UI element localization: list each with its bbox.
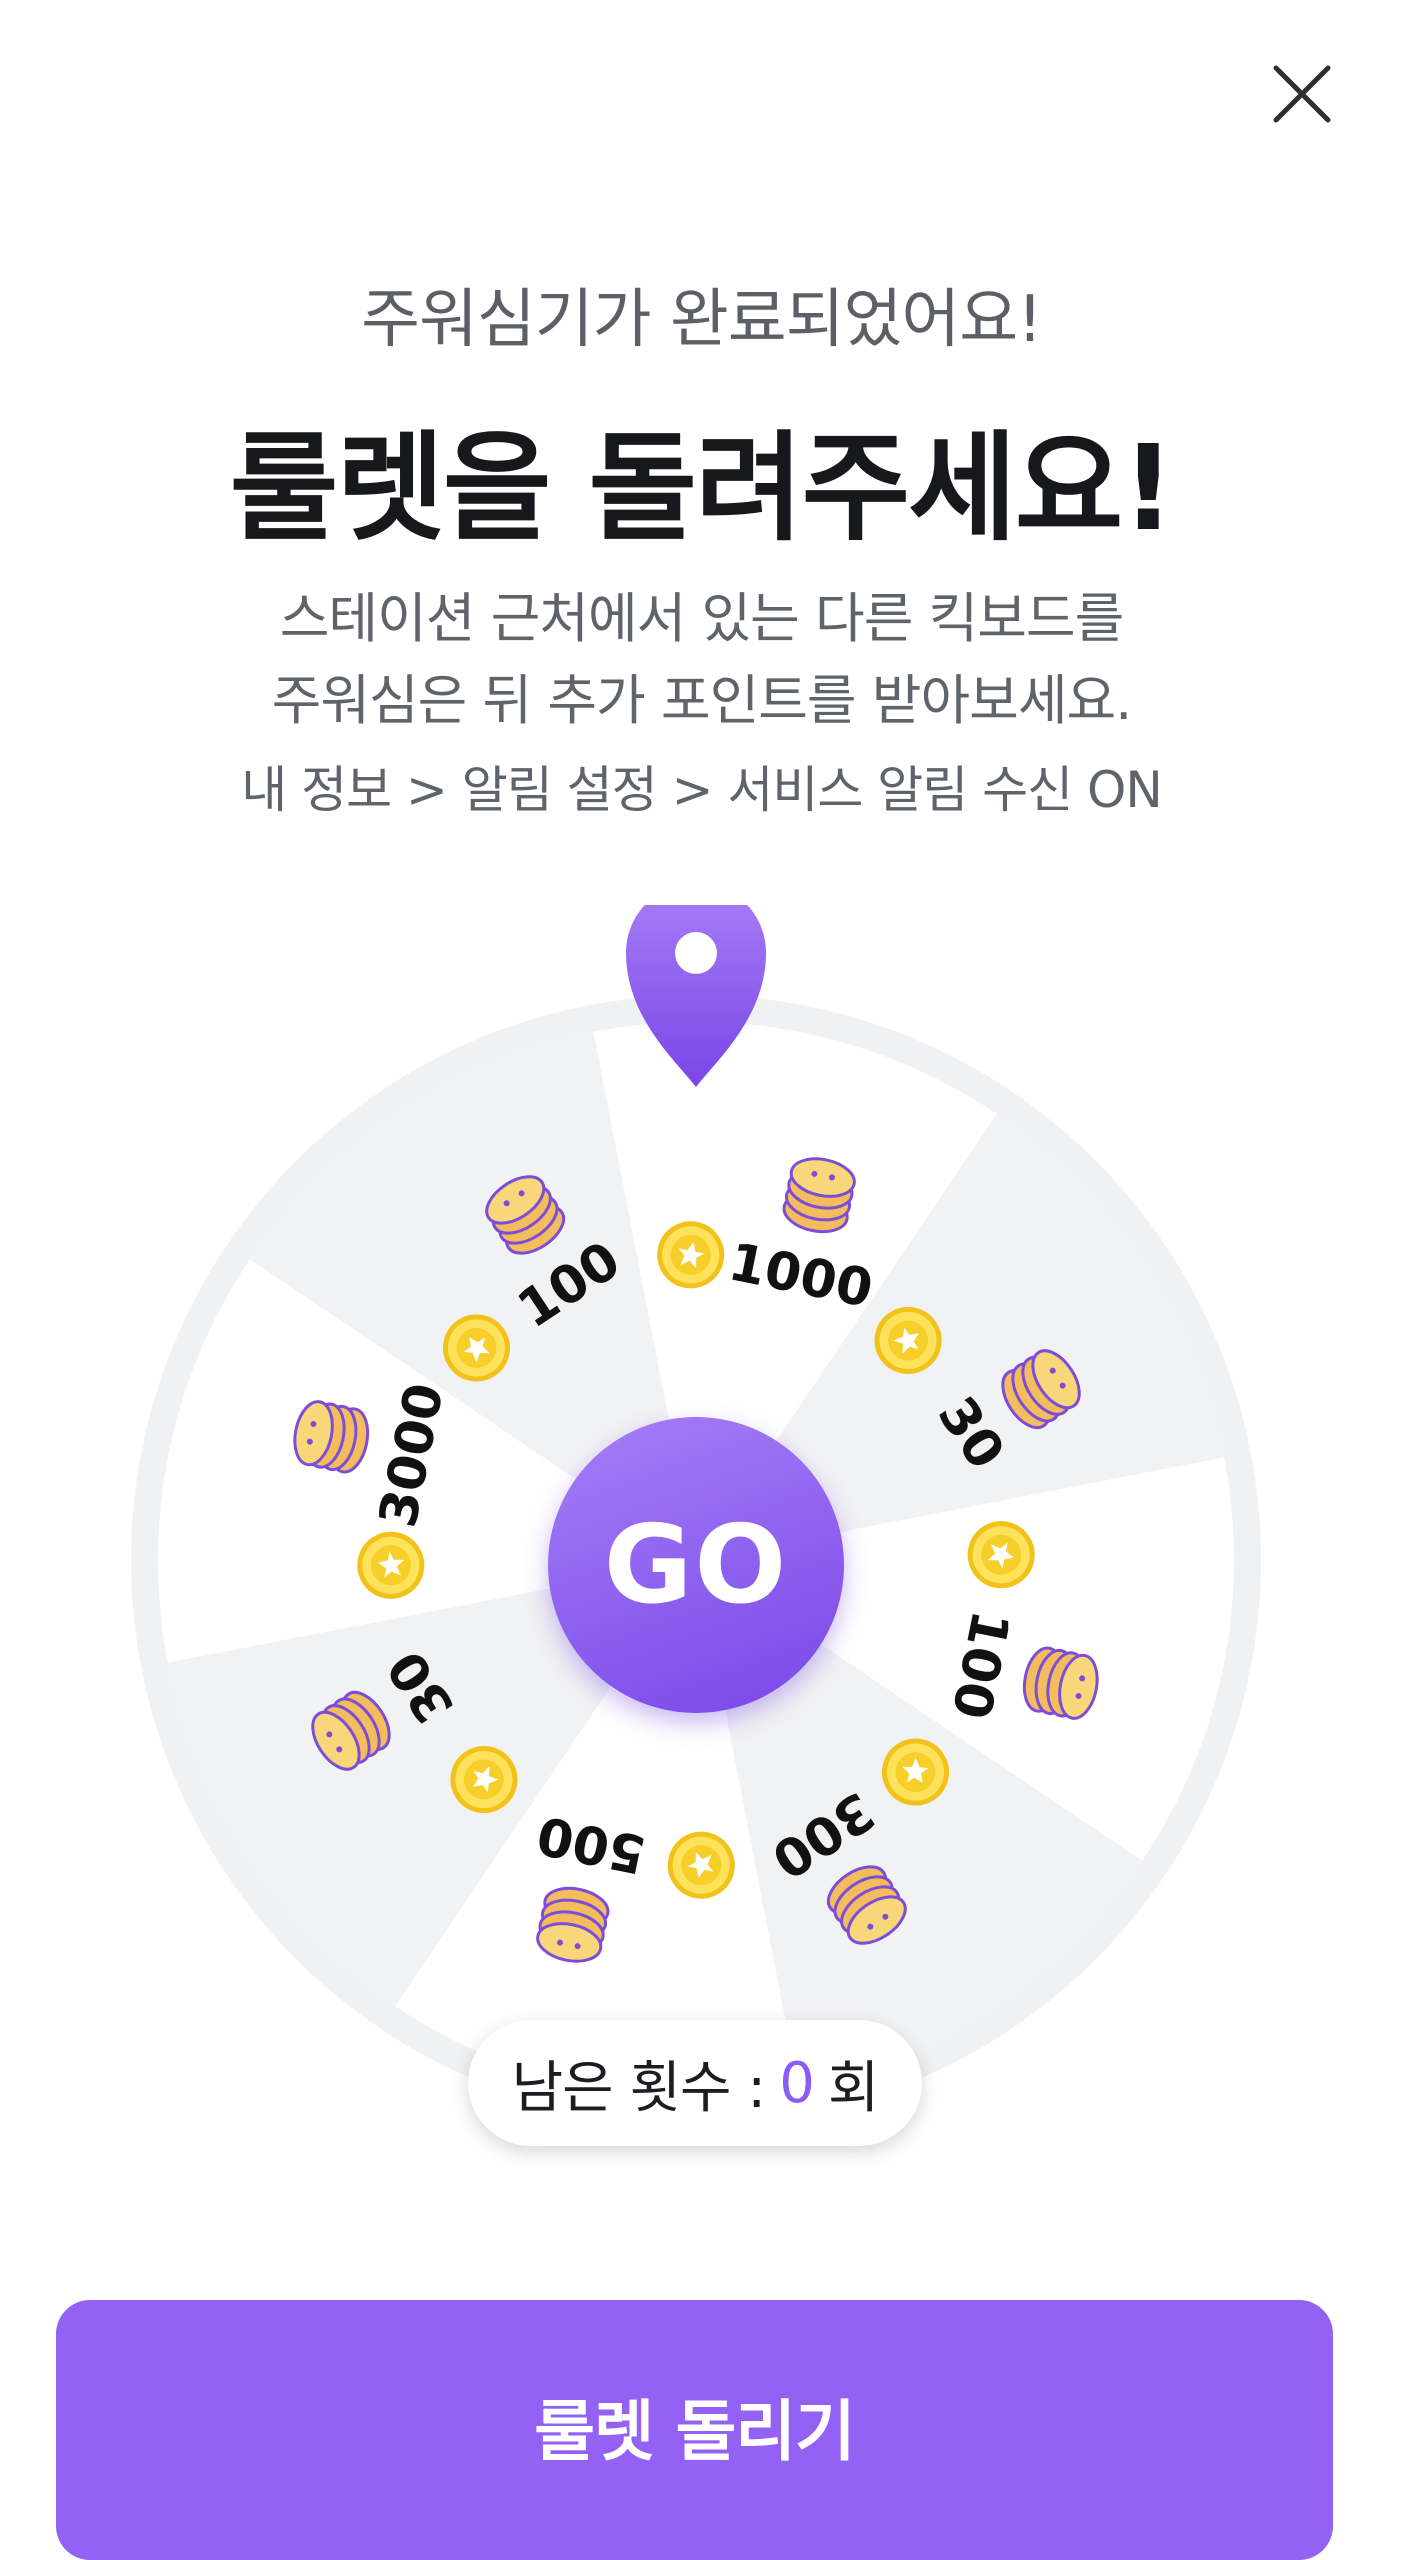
close-button[interactable] [1270,62,1334,126]
close-icon [1273,65,1331,123]
page-title: 룰렛을 돌려주세요! [229,419,1175,557]
spin-roulette-button[interactable]: 룰렛 돌리기 [56,2300,1333,2560]
remaining-unit: 회 [827,2055,880,2121]
settings-path-hint: 내 정보 > 알림 설정 > 서비스 알림 수신 ON [241,761,1163,819]
remaining-spins-badge: 남은 횟수 : 0 회 [468,2020,922,2146]
go-button[interactable]: GO [548,1417,844,1713]
description-line-2: 주워심은 뒤 추가 포인트를 받아보세요. [271,669,1133,732]
completion-subtitle: 주워심기가 완료되었어요! [361,283,1043,357]
remaining-count: 0 [779,2050,815,2116]
description-line-1: 스테이션 근처에서 있는 다른 킥보드를 [279,587,1125,650]
description: 스테이션 근처에서 있는 다른 킥보드를 주워심은 뒤 추가 포인트를 받아보세… [0,578,1403,742]
remaining-label: 남은 횟수 : [511,2055,767,2121]
